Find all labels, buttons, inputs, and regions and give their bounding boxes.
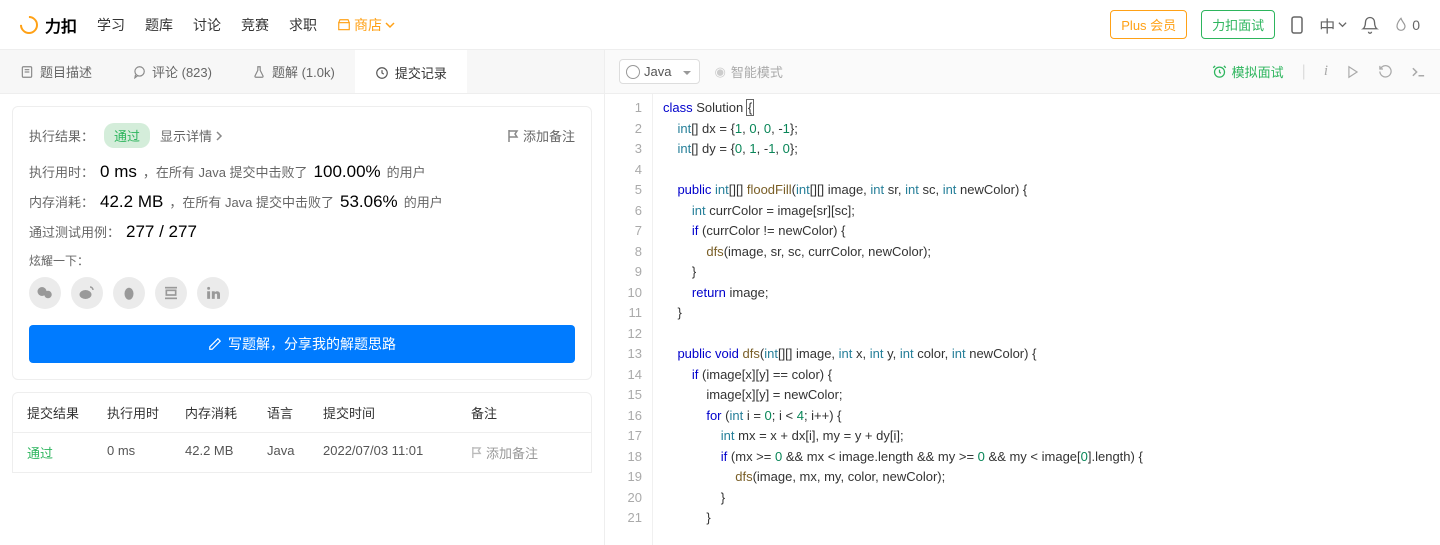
show-detail-link[interactable]: 显示详情: [160, 126, 223, 145]
runtime-value: 0 ms: [100, 162, 137, 182]
info-icon[interactable]: i: [1324, 63, 1328, 80]
code-editor[interactable]: 123456789101112131415161718192021 class …: [605, 94, 1440, 545]
submission-table: 提交结果 执行用时 内存消耗 语言 提交时间 备注 通过 0 ms 42.2 M…: [12, 392, 592, 473]
wechat-icon[interactable]: [29, 277, 61, 309]
flag-icon: [507, 129, 519, 143]
row-memory: 42.2 MB: [185, 443, 267, 462]
qq-icon[interactable]: [113, 277, 145, 309]
nav-store[interactable]: 商店: [337, 15, 395, 35]
table-row[interactable]: 通过 0 ms 42.2 MB Java 2022/07/03 11:01 添加…: [13, 433, 591, 472]
code-content: class Solution { int[] dx = {1, 0, 0, -1…: [653, 94, 1143, 545]
write-solution-button[interactable]: 写题解，分享我的解题思路: [29, 325, 575, 363]
top-nav: 力扣 学习 题库 讨论 竞赛 求职 商店 Plus 会员 力扣面试 中 0: [0, 0, 1440, 50]
nav-problems[interactable]: 题库: [145, 15, 173, 35]
flask-icon: [252, 65, 266, 79]
fire-count[interactable]: 0: [1393, 16, 1420, 34]
runtime-row: 执行用时： 0 ms ，在所有 Java 提交中击败了 100.00% 的用户: [29, 162, 575, 182]
comment-icon: [132, 65, 146, 79]
interview-button[interactable]: 力扣面试: [1201, 10, 1275, 39]
right-panel: Java ◉ 智能模式 模拟面试 | i 1234567891011121314…: [605, 50, 1440, 545]
language-select[interactable]: Java: [619, 59, 700, 84]
linkedin-icon[interactable]: [197, 277, 229, 309]
row-runtime: 0 ms: [107, 443, 185, 462]
line-gutter: 123456789101112131415161718192021: [605, 94, 653, 545]
row-note-link[interactable]: 添加备注: [471, 443, 577, 462]
tab-comments[interactable]: 评论 (823): [112, 50, 232, 93]
nav-contest[interactable]: 竞赛: [241, 15, 269, 35]
smart-mode[interactable]: ◉ 智能模式: [714, 62, 782, 81]
memory-pct: 53.06%: [340, 192, 398, 212]
douban-icon[interactable]: [155, 277, 187, 309]
history-icon: [375, 66, 389, 80]
result-card: 执行结果： 通过 显示详情 添加备注 执行用时： 0 ms ，在所有 Java …: [12, 106, 592, 380]
nav-jobs[interactable]: 求职: [289, 15, 317, 35]
left-panel: 题目描述 评论 (823) 题解 (1.0k) 提交记录 执行结果： 通过 显示…: [0, 50, 605, 545]
logo-icon: [16, 12, 41, 37]
bell-icon[interactable]: [1361, 16, 1379, 34]
exec-result-label: 执行结果：: [29, 126, 94, 145]
left-tabs: 题目描述 评论 (823) 题解 (1.0k) 提交记录: [0, 50, 604, 94]
logo[interactable]: 力扣: [20, 13, 77, 37]
runtime-pct: 100.00%: [314, 162, 381, 182]
memory-value: 42.2 MB: [100, 192, 163, 212]
editor-toolbar: Java ◉ 智能模式 模拟面试 | i: [605, 50, 1440, 94]
status-badge: 通过: [104, 123, 150, 148]
row-date: 2022/07/03 11:01: [323, 443, 471, 462]
testcase-row: 通过测试用例： 277 / 277: [29, 222, 575, 242]
fire-icon: [1393, 16, 1409, 34]
add-note-link[interactable]: 添加备注: [507, 126, 575, 145]
logo-text: 力扣: [45, 13, 77, 37]
nav-learn[interactable]: 学习: [97, 15, 125, 35]
description-icon: [20, 65, 34, 79]
mobile-icon[interactable]: [1289, 15, 1305, 35]
lang-switch[interactable]: 中: [1319, 13, 1347, 37]
tab-solutions[interactable]: 题解 (1.0k): [232, 50, 355, 93]
row-result: 通过: [27, 443, 107, 462]
memory-row: 内存消耗： 42.2 MB ，在所有 Java 提交中击败了 53.06% 的用…: [29, 192, 575, 212]
terminal-icon[interactable]: [1411, 66, 1426, 78]
chevron-right-icon: [215, 131, 223, 141]
pencil-icon: [208, 337, 222, 351]
alarm-icon: [1212, 64, 1227, 79]
tab-submissions[interactable]: 提交记录: [355, 50, 467, 93]
share-label: 炫耀一下：: [29, 252, 575, 269]
weibo-icon[interactable]: [71, 277, 103, 309]
flag-icon: [471, 446, 482, 459]
run-icon[interactable]: [1346, 65, 1360, 79]
table-header: 提交结果 执行用时 内存消耗 语言 提交时间 备注: [13, 393, 591, 433]
tab-description[interactable]: 题目描述: [0, 50, 112, 93]
store-icon: [337, 18, 351, 32]
plus-button[interactable]: Plus 会员: [1110, 10, 1187, 39]
nav-discuss[interactable]: 讨论: [193, 15, 221, 35]
reset-icon[interactable]: [1378, 64, 1393, 79]
mock-interview-button[interactable]: 模拟面试: [1212, 62, 1284, 81]
row-lang: Java: [267, 443, 323, 462]
chevron-down-icon: [385, 20, 395, 30]
testcase-value: 277 / 277: [126, 222, 197, 242]
